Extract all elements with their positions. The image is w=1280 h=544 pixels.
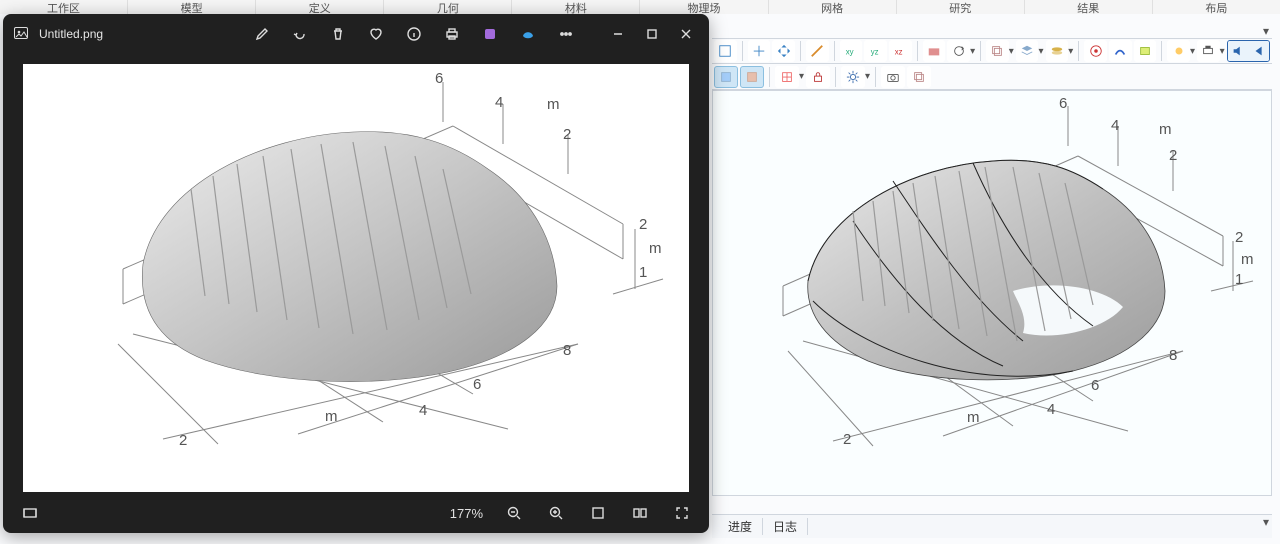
axis-tick: 2 (639, 216, 647, 233)
graphics-toolbar-2: ▾ ▾ (712, 64, 1272, 90)
window-maximize-icon[interactable] (635, 18, 669, 50)
app-1-icon[interactable] (473, 18, 507, 50)
render-mode-1-icon[interactable] (714, 66, 738, 88)
select-edge-icon[interactable] (1109, 40, 1132, 62)
pan-icon[interactable] (772, 40, 795, 62)
photos-titlebar[interactable]: Untitled.png (3, 14, 709, 54)
zoom-percent: 177% (450, 506, 483, 521)
view-default-icon[interactable] (923, 40, 946, 62)
window-close-icon[interactable] (669, 18, 703, 50)
ribbon-tab[interactable]: 模型 (128, 0, 256, 14)
photos-image[interactable]: 6 4 2 m 2 1 m 8 6 4 2 m (23, 64, 689, 492)
axis-unit: m (967, 409, 980, 426)
axis-tick: 4 (419, 402, 427, 419)
photos-bottombar: 177% (3, 493, 709, 533)
axis-tick: 1 (639, 264, 647, 281)
axis-tick: 2 (179, 432, 187, 449)
status-overflow-chevron[interactable]: ▾ (1258, 515, 1274, 529)
select-point-icon[interactable] (1084, 40, 1107, 62)
ribbon-tab[interactable]: 物理场 (640, 0, 768, 14)
graphics-view[interactable]: 6 4 2 m 2 1 m 8 6 4 2 m (712, 90, 1272, 496)
graphics-toolbar-1: xy yz xz ▾ ▾ ▾ ▾ ▾ ▾ (712, 38, 1272, 64)
print-icon[interactable] (1197, 40, 1220, 62)
edit-icon[interactable] (245, 18, 279, 50)
axis-unit: m (325, 408, 338, 425)
view-cycle-icon[interactable] (947, 40, 970, 62)
axis-unit: m (1159, 121, 1172, 138)
axis-tick: 2 (843, 431, 851, 448)
axis-tick: 6 (1059, 95, 1067, 112)
axis-unit: m (1241, 251, 1254, 268)
speaker-icon[interactable] (1228, 41, 1249, 61)
stack-icon[interactable] (1016, 40, 1039, 62)
axis-tick: 2 (1169, 147, 1177, 164)
axis-tick: 8 (1169, 347, 1177, 364)
play-prev-icon[interactable] (1248, 41, 1269, 61)
select-boundary-icon[interactable] (1134, 40, 1157, 62)
axis-tick: 8 (563, 342, 571, 359)
ribbon-tab[interactable]: 研究 (897, 0, 1025, 14)
camera-icon[interactable] (881, 66, 905, 88)
grid-icon[interactable] (775, 66, 799, 88)
scene-light-icon[interactable] (1167, 40, 1190, 62)
gallery-icon (13, 25, 29, 44)
animation-controls (1227, 40, 1270, 62)
actual-size-icon[interactable] (623, 497, 657, 529)
svg-text:yz: yz (870, 48, 878, 57)
axis-unit: m (649, 240, 662, 257)
axis-tick: 4 (1047, 401, 1055, 418)
status-bar: 进度 日志 (712, 514, 1272, 538)
zoom-extents-icon[interactable] (748, 40, 771, 62)
ribbon-tab[interactable]: 结果 (1025, 0, 1153, 14)
view-xy-icon[interactable]: xy (840, 40, 863, 62)
lock-view-icon[interactable] (806, 66, 830, 88)
fullscreen-icon[interactable] (665, 497, 699, 529)
bounding-box-icon[interactable] (714, 40, 737, 62)
app-2-icon[interactable] (511, 18, 545, 50)
ribbon-tab[interactable]: 材料 (512, 0, 640, 14)
axis-unit: m (547, 96, 560, 113)
ribbon-tab[interactable]: 定义 (256, 0, 384, 14)
axis-tick: 6 (435, 70, 443, 87)
axis-tick: 6 (473, 376, 481, 393)
ribbon-tab[interactable]: 布局 (1153, 0, 1280, 14)
axis-tick: 1 (1235, 271, 1243, 288)
settings-gear-icon[interactable] (841, 66, 865, 88)
copy-icon[interactable] (986, 40, 1009, 62)
zoom-in-icon[interactable] (539, 497, 573, 529)
axis-tick: 4 (1111, 117, 1119, 134)
view-xz-icon[interactable]: xz (889, 40, 912, 62)
axis-tick: 6 (1091, 377, 1099, 394)
rotate-icon[interactable] (283, 18, 317, 50)
view-yz-icon[interactable]: yz (864, 40, 887, 62)
zoom-out-icon[interactable] (497, 497, 531, 529)
ribbon-tab[interactable]: 网格 (769, 0, 897, 14)
axis-tick: 2 (1235, 229, 1243, 246)
ribbon-overflow-chevron[interactable]: ▾ (1258, 24, 1274, 38)
status-tab-log[interactable]: 日志 (763, 518, 808, 535)
layers-icon[interactable] (1046, 40, 1069, 62)
favorite-icon[interactable] (359, 18, 393, 50)
fit-icon[interactable] (581, 497, 615, 529)
window-minimize-icon[interactable] (601, 18, 635, 50)
axis-tick: 4 (495, 94, 503, 111)
info-icon[interactable] (397, 18, 431, 50)
delete-icon[interactable] (321, 18, 355, 50)
filmstrip-icon[interactable] (13, 497, 47, 529)
svg-text:xz: xz (895, 48, 903, 57)
axis-tick: 2 (563, 126, 571, 143)
more-icon[interactable] (549, 18, 583, 50)
svg-text:xy: xy (846, 48, 854, 57)
measure-icon[interactable] (806, 40, 829, 62)
print-icon[interactable] (435, 18, 469, 50)
ribbon-tab[interactable]: 几何 (384, 0, 512, 14)
render-mode-2-icon[interactable] (740, 66, 764, 88)
ribbon-tab[interactable]: 工作区 (0, 0, 128, 14)
copy-view-icon[interactable] (907, 66, 931, 88)
ribbon-tabs: 工作区 模型 定义 几何 材料 物理场 网格 研究 结果 布局 (0, 0, 1280, 14)
photos-filename: Untitled.png (39, 27, 103, 41)
photos-window: Untitled.png (3, 14, 709, 533)
status-tab-progress[interactable]: 进度 (718, 518, 763, 535)
